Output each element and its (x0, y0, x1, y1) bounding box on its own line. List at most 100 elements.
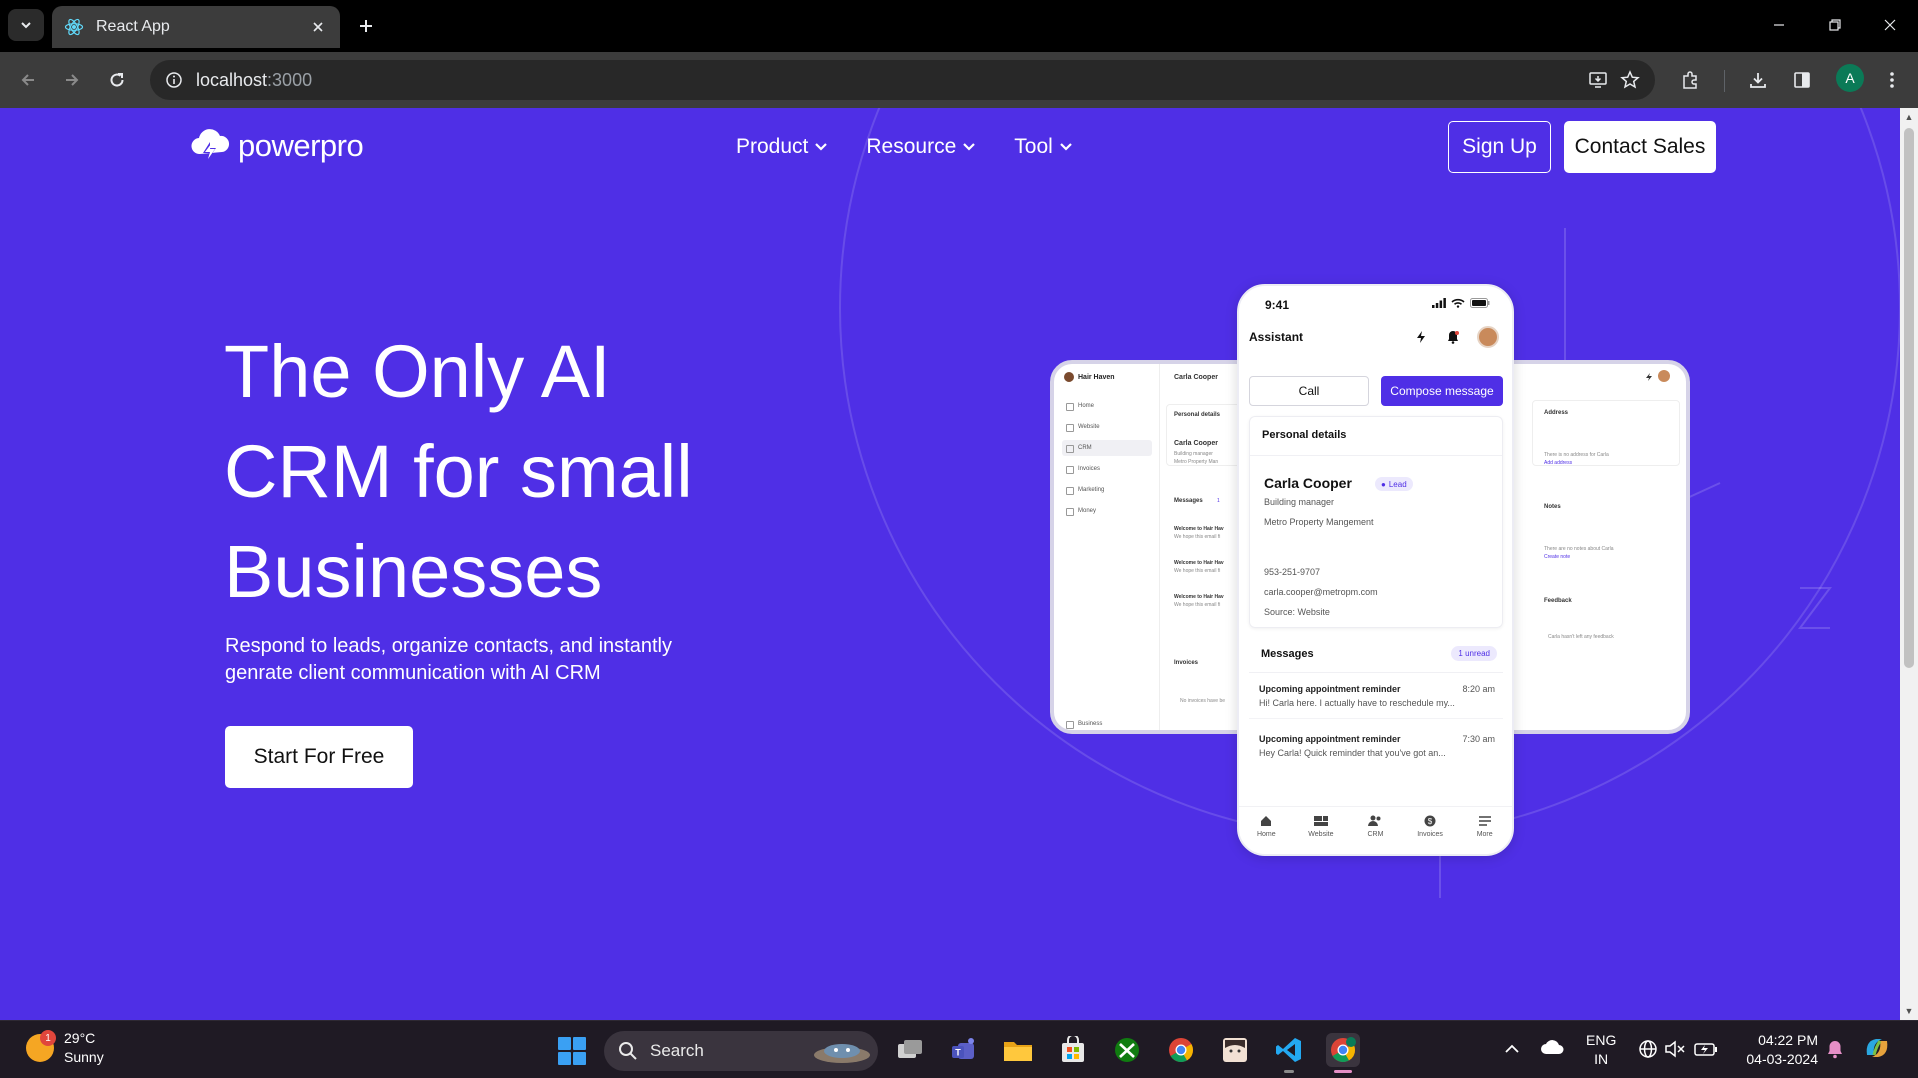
mock-nav-invoices: Invoices (1062, 461, 1152, 477)
back-button[interactable] (12, 64, 44, 96)
forward-button[interactable] (56, 64, 88, 96)
scroll-down-icon[interactable]: ▼ (1904, 1006, 1914, 1016)
phone-contact-source: Source: Website (1264, 607, 1330, 617)
nav-product[interactable]: Product (736, 135, 828, 159)
react-icon (64, 18, 84, 36)
tab-search-button[interactable] (8, 9, 44, 41)
teams-app[interactable]: T (947, 1033, 981, 1067)
close-tab-icon[interactable] (308, 17, 328, 37)
contact-sales-button[interactable]: Contact Sales (1564, 121, 1716, 173)
phone-personal-details-card: Personal details Carla Cooper ● Lead Bui… (1249, 416, 1503, 628)
svg-text:T: T (955, 1048, 961, 1058)
message-time: 8:20 am (1462, 684, 1495, 694)
divider (1249, 718, 1503, 719)
browser-toolbar: localhost:3000 (0, 52, 1918, 108)
mock-message-title: Welcome to Hair Hav (1174, 560, 1224, 566)
extensions-icon[interactable] (1674, 64, 1706, 96)
mock-message-preview: We hope this email fi (1174, 568, 1221, 574)
nav-tool[interactable]: Tool (1014, 135, 1073, 159)
more-menu-icon[interactable] (1876, 64, 1908, 96)
mock-contact-company: Metro Property Man (1174, 459, 1219, 465)
search-icon (619, 1042, 637, 1060)
start-for-free-button[interactable]: Start For Free (225, 726, 413, 788)
nav-resource-label: Resource (866, 135, 957, 158)
url-text[interactable]: localhost:3000 (196, 70, 312, 91)
region-code: IN (1594, 1051, 1609, 1067)
phone-contact-company: Metro Property Mangement (1264, 517, 1374, 527)
battery-tray-icon[interactable] (1694, 1039, 1718, 1064)
show-hidden-icons[interactable] (1504, 1041, 1520, 1059)
install-app-icon[interactable] (1586, 68, 1610, 92)
toolbar-separator (1724, 70, 1725, 92)
volume-tray-icon[interactable] (1664, 1039, 1686, 1064)
nav-resource[interactable]: Resource (866, 135, 976, 159)
anime-app[interactable] (1218, 1033, 1252, 1067)
divider (1249, 672, 1503, 673)
network-tray-icon[interactable] (1638, 1039, 1658, 1064)
sign-up-button[interactable]: Sign Up (1448, 121, 1551, 173)
minimize-icon (1774, 24, 1784, 26)
profile-avatar[interactable]: A (1836, 64, 1864, 92)
reload-button[interactable] (101, 64, 133, 96)
message-preview: Hi! Carla here. I actually have to resch… (1259, 698, 1455, 708)
message-time: 7:30 am (1462, 734, 1495, 744)
new-tab-button[interactable] (352, 12, 380, 40)
file-explorer-app[interactable] (1001, 1033, 1035, 1067)
mock-invoices-title: Invoices (1174, 660, 1199, 666)
microsoft-store-app[interactable] (1056, 1033, 1090, 1067)
weather-badge: 1 (40, 1030, 56, 1046)
copilot-icon (1866, 1039, 1888, 1057)
nav-tool-label: Tool (1014, 135, 1053, 158)
phone-messages-section: Messages 1 unread Upcoming appointment r… (1249, 638, 1503, 818)
browser-tab[interactable]: React App (52, 6, 340, 48)
mock-message-title: Welcome to Hair Hav (1174, 526, 1224, 532)
phone-nav-home-label: Home (1256, 831, 1276, 838)
page-scrollbar[interactable]: ▲ ▼ (1900, 108, 1918, 1020)
windows-taskbar: 1 29°C Sunny Search T ENG IN 04:22 PM 04… (0, 1020, 1918, 1078)
store-icon (1062, 1036, 1084, 1062)
onedrive-tray-icon[interactable] (1540, 1039, 1564, 1062)
language-indicator[interactable]: ENG IN (1586, 1031, 1616, 1069)
url-port: :3000 (267, 70, 313, 90)
bolt-icon (1413, 329, 1429, 345)
vscode-app[interactable] (1272, 1033, 1306, 1073)
mock-message-preview: We hope this email fi (1174, 602, 1221, 608)
downloads-icon[interactable] (1742, 64, 1774, 96)
scroll-up-icon[interactable]: ▲ (1904, 112, 1914, 122)
site-logo[interactable]: powerpro (190, 128, 364, 164)
mock-message-title: Welcome to Hair Hav (1174, 594, 1224, 600)
start-button[interactable] (558, 1037, 586, 1065)
unread-badge: 1 unread (1451, 646, 1497, 661)
phone-contact-name: Carla Cooper (1264, 475, 1352, 491)
side-panel-icon[interactable] (1786, 64, 1818, 96)
bookmark-star-icon[interactable] (1618, 68, 1642, 92)
minimize-button[interactable] (1751, 10, 1807, 40)
windows-logo-tile (573, 1037, 586, 1050)
chevron-down-icon (21, 22, 31, 29)
phone-compose-button: Compose message (1381, 376, 1503, 406)
restore-button[interactable] (1807, 10, 1863, 40)
notifications-tray-icon[interactable] (1826, 1039, 1844, 1064)
windows-logo-tile (558, 1037, 571, 1050)
mock-invoices-empty: No invoices have be (1180, 698, 1226, 704)
close-window-button[interactable] (1862, 10, 1918, 40)
phone-nav-more-label: More (1476, 831, 1493, 838)
taskbar-clock[interactable]: 04:22 PM 04-03-2024 (1722, 1031, 1818, 1069)
task-view-app[interactable] (893, 1033, 927, 1067)
phone-nav-invoices: $ Invoices (1405, 807, 1455, 854)
copilot-tray-icon[interactable] (1862, 1033, 1892, 1068)
taskbar-search[interactable]: Search (604, 1031, 878, 1071)
chrome-app[interactable] (1164, 1033, 1198, 1067)
chrome-profile-app[interactable] (1326, 1033, 1360, 1073)
mock-messages-count: 1 (1217, 498, 1220, 504)
phone-user-avatar (1477, 326, 1499, 348)
site-info-icon[interactable] (162, 68, 186, 92)
address-bar[interactable]: localhost:3000 (150, 60, 1655, 100)
weather-widget[interactable]: 1 29°C Sunny (26, 1029, 104, 1067)
mock-feedback-title: Feedback (1544, 598, 1572, 604)
bell-icon (1445, 329, 1461, 345)
phone-nav-website-label: Website (1308, 831, 1334, 838)
scrollbar-thumb[interactable] (1904, 128, 1914, 668)
xbox-app[interactable] (1110, 1033, 1144, 1067)
users-icon (1368, 815, 1382, 827)
